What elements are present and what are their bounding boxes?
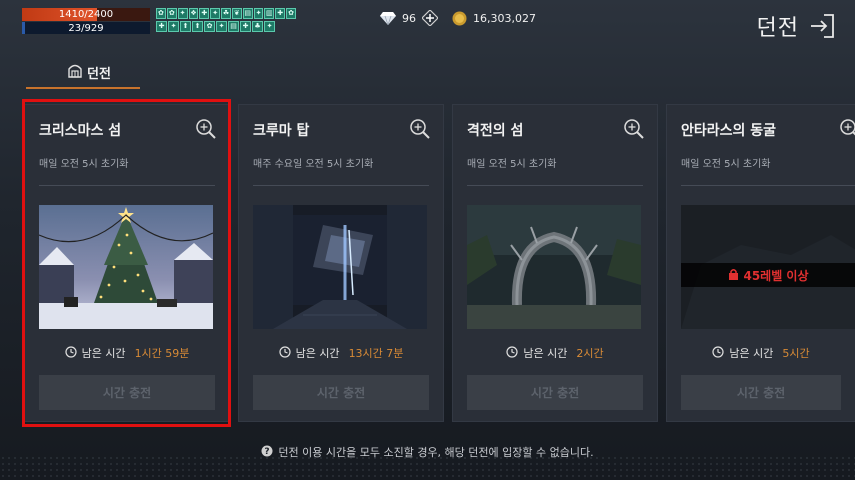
time-value: 2시간 (576, 347, 604, 360)
buff-icon[interactable]: ✿ (166, 8, 177, 19)
gem-count: 96 (402, 11, 416, 25)
page-header: 던전 (757, 10, 835, 42)
buff-icon[interactable]: ✦ (264, 21, 275, 32)
clock-icon (506, 345, 518, 361)
buff-icon[interactable]: ⬆ (180, 21, 191, 32)
zoom-icon[interactable] (839, 118, 855, 140)
buff-icon[interactable]: ✦ (210, 8, 221, 19)
buff-icon[interactable]: ▤ (242, 8, 253, 19)
level-requirement-text: 45레벨 이상 (743, 268, 809, 283)
reset-info: 매주 수요일 오전 5시 초기화 (253, 159, 374, 170)
buff-icon[interactable]: ✿ (204, 21, 215, 32)
charge-time-button[interactable]: 시간 충전 (253, 375, 429, 410)
dungeon-gate-icon (67, 62, 83, 82)
tab-active-indicator (26, 87, 140, 89)
lock-icon (728, 268, 739, 283)
zoom-icon[interactable] (409, 118, 431, 140)
buff-icon[interactable]: ♣ (252, 21, 263, 32)
buff-icon[interactable]: ▥ (264, 8, 275, 19)
reset-info: 매일 오전 5시 초기화 (681, 159, 771, 170)
charge-time-button[interactable]: 시간 충전 (681, 375, 841, 410)
diamond-icon (380, 12, 396, 25)
clock-icon (712, 345, 724, 361)
level-requirement-banner: 45레벨 이상 (681, 263, 855, 287)
buff-icon[interactable]: ❦ (231, 8, 242, 19)
exit-icon[interactable] (809, 13, 835, 39)
buff-icon[interactable]: ✦ (177, 8, 188, 19)
buff-icon[interactable]: ☘ (221, 8, 231, 19)
mp-text: 23/929 (68, 23, 104, 34)
buff-icon[interactable]: ✚ (275, 8, 286, 19)
time-label: 남은 시간 (295, 347, 340, 360)
dungeon-title: 크루마 탑 (253, 123, 310, 139)
buff-icon[interactable]: ▤ (228, 21, 239, 32)
tab-dungeon[interactable]: 던전 (38, 56, 140, 88)
divider (681, 185, 855, 186)
buff-icon[interactable]: ❖ (188, 8, 199, 19)
decorative-pattern (0, 455, 855, 480)
clock-icon (278, 345, 291, 361)
gold-count: 16,303,027 (473, 11, 536, 25)
remaining-time: 남은 시간 2시간 (453, 345, 657, 361)
antharas-cave-image: 45레벨 이상 (681, 205, 855, 329)
buff-row: ✚ ✦ ⬆ ⬆ ✿ ✦ ▤ ✚ ♣ ✦ (156, 21, 296, 32)
time-value: 5시간 (782, 347, 810, 360)
page-title: 던전 (756, 16, 799, 41)
player-status: 1410/2400 23/929 (22, 8, 150, 34)
selection-highlight (22, 99, 231, 427)
dungeon-card-antharas-cave[interactable]: 안타라스의 동굴 매일 오전 5시 초기화 45레벨 이상 남은 시간 5시간 … (666, 104, 855, 422)
dungeon-card-battle-island[interactable]: 격전의 섬 매일 오전 5시 초기화 남은 시간 2시간 시간 충전 (452, 104, 658, 422)
buff-icon[interactable]: ✚ (240, 21, 251, 32)
gold-coin-icon (452, 11, 467, 26)
battle-island-image (467, 205, 641, 329)
remaining-time: 남은 시간 13시간 7분 (239, 345, 443, 361)
charge-time-button[interactable]: 시간 충전 (467, 375, 643, 410)
zoom-icon[interactable] (623, 118, 645, 140)
time-label: 남은 시간 (729, 347, 774, 360)
currency-bar: 96 16,303,027 (380, 10, 536, 26)
buff-icon[interactable]: ✚ (199, 8, 210, 19)
divider (253, 185, 429, 186)
remaining-time: 남은 시간 5시간 (667, 345, 855, 361)
time-label: 남은 시간 (523, 347, 568, 360)
divider (467, 185, 643, 186)
cruma-tower-image (253, 205, 427, 329)
buff-icon[interactable]: ✿ (156, 8, 166, 19)
hp-text: 1410/2400 (58, 9, 114, 20)
buff-icon[interactable]: ✿ (286, 8, 296, 19)
buff-icon[interactable]: ⬆ (192, 21, 203, 32)
tab-label: 던전 (87, 66, 111, 82)
mp-bar: 23/929 (22, 22, 150, 34)
buff-icon[interactable]: ✚ (156, 21, 167, 32)
reset-info: 매일 오전 5시 초기화 (467, 159, 557, 170)
buff-row: ✿ ✿ ✦ ❖ ✚ ✦ ☘ ❦ ▤ ✦ ▥ ✚ ✿ (156, 8, 296, 19)
buff-icon[interactable]: ✦ (216, 21, 227, 32)
buff-icon[interactable]: ✦ (168, 21, 179, 32)
buff-list: ✿ ✿ ✦ ❖ ✚ ✦ ☘ ❦ ▤ ✦ ▥ ✚ ✿ ✚ ✦ ⬆ ⬆ ✿ ✦ ▤ ✚ ♣ ✦ (156, 8, 296, 34)
add-gems-button[interactable] (422, 10, 438, 26)
dungeon-card-cruma-tower[interactable]: 크루마 탑 매주 수요일 오전 5시 초기화 남은 시간 13시간 7분 시간 … (238, 104, 444, 422)
hp-bar: 1410/2400 (22, 8, 150, 21)
buff-icon[interactable]: ✦ (253, 8, 264, 19)
dungeon-title: 격전의 섬 (467, 123, 524, 139)
dungeon-title: 안타라스의 동굴 (681, 123, 777, 139)
time-value: 13시간 7분 (348, 347, 404, 360)
